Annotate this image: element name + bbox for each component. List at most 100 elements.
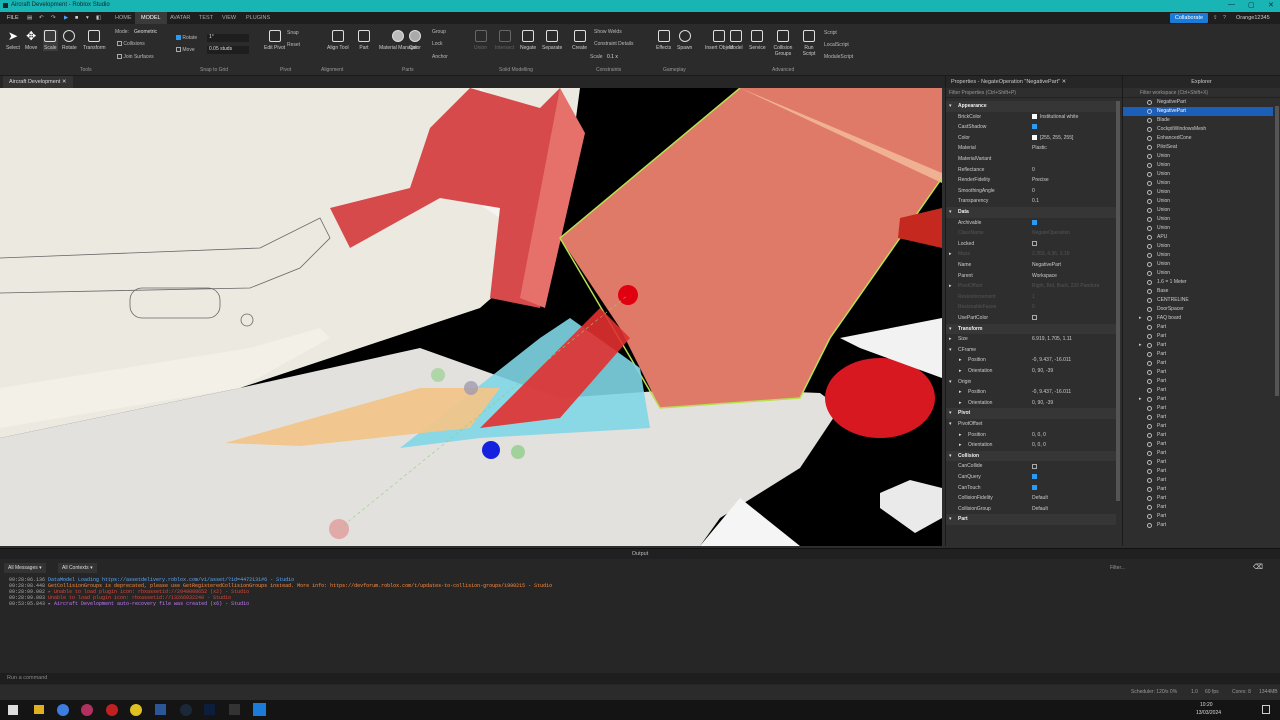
explorer-item[interactable]: Part: [1123, 503, 1273, 512]
expand-chevron-icon[interactable]: ▾: [949, 451, 952, 461]
explorer-item[interactable]: 1.6 = 1 Meter: [1123, 278, 1273, 287]
explorer-item[interactable]: Part: [1123, 404, 1273, 413]
collisions-toggle[interactable]: Collisions: [117, 41, 145, 47]
explorer-item[interactable]: NegativePart: [1123, 107, 1273, 116]
module-script-button[interactable]: ModuleScript: [824, 54, 853, 60]
property-value[interactable]: Workspace: [1032, 271, 1057, 281]
explorer-item[interactable]: Union: [1123, 242, 1273, 251]
properties-scrollbar[interactable]: [1116, 101, 1120, 501]
explorer-item[interactable]: Part: [1123, 359, 1273, 368]
service-button[interactable]: Service: [749, 30, 766, 51]
roblox-icon[interactable]: [229, 704, 240, 715]
windows-start-icon[interactable]: [8, 705, 18, 715]
output-filter-input[interactable]: Filter...: [1110, 563, 1245, 573]
explorer-item[interactable]: Blade: [1123, 116, 1273, 125]
property-row[interactable]: RenderFidelity Precise: [946, 175, 1116, 186]
menu-view[interactable]: VIEW: [222, 15, 236, 21]
property-row[interactable]: ▾ CFrame: [946, 345, 1116, 356]
constraint-details-toggle[interactable]: Constraint Details: [594, 41, 633, 47]
explorer-item[interactable]: ▸ Part: [1123, 341, 1273, 350]
expand-chevron-icon[interactable]: ▾: [949, 419, 952, 429]
rotate-snap-input[interactable]: 1°: [207, 34, 249, 42]
explorer-item[interactable]: Part: [1123, 476, 1273, 485]
property-value[interactable]: 2.353, 4.36, 3.19: [1032, 249, 1070, 259]
local-script-button[interactable]: LocalScript: [824, 42, 849, 48]
property-value[interactable]: 0, 0, 0: [1032, 430, 1046, 440]
steam-icon[interactable]: [180, 704, 192, 716]
lock-button[interactable]: Lock: [432, 41, 443, 47]
notification-icon[interactable]: [1262, 705, 1270, 714]
property-row[interactable]: Archivable: [946, 218, 1116, 229]
part-button[interactable]: Part: [358, 30, 370, 51]
scale-tool[interactable]: Scale: [43, 30, 58, 51]
show-welds-toggle[interactable]: Show Welds: [594, 29, 622, 35]
explorer-item[interactable]: PilotSeat: [1123, 143, 1273, 152]
expand-chevron-icon[interactable]: ▾: [949, 377, 952, 387]
property-value[interactable]: -0, 9.437, -16.011: [1032, 387, 1071, 397]
property-value[interactable]: Right, Bot, Back, 226 Pandora: [1032, 281, 1099, 291]
separate-button[interactable]: Separate: [542, 30, 562, 51]
collision-groups-button[interactable]: Collision Groups: [772, 30, 794, 57]
explorer-item[interactable]: Union: [1123, 224, 1273, 233]
property-checkbox[interactable]: [1032, 472, 1037, 482]
explorer-item[interactable]: Part: [1123, 413, 1273, 422]
mode-select[interactable]: Geometric: [134, 29, 157, 35]
negate-button[interactable]: Negate: [520, 30, 536, 51]
explorer-item[interactable]: Union: [1123, 206, 1273, 215]
join-surfaces-toggle[interactable]: Join Surfaces: [117, 54, 154, 60]
message-filter-select[interactable]: All Messages ▾: [4, 563, 46, 573]
explorer-item[interactable]: Part: [1123, 449, 1273, 458]
property-section[interactable]: ▾ Transform: [946, 323, 1116, 335]
explorer-item[interactable]: Part: [1123, 350, 1273, 359]
close-button[interactable]: ✕: [1268, 1, 1274, 9]
expand-chevron-icon[interactable]: ▸: [959, 440, 962, 450]
minimize-button[interactable]: —: [1228, 1, 1235, 8]
app-icon-3[interactable]: [106, 704, 118, 716]
explorer-item[interactable]: Part: [1123, 494, 1273, 503]
expand-chevron-icon[interactable]: ▸: [959, 387, 962, 397]
property-value[interactable]: 0: [1032, 302, 1035, 312]
property-value[interactable]: 0: [1032, 165, 1035, 175]
property-row[interactable]: CollisionFidelity Default: [946, 493, 1116, 504]
save-icon[interactable]: ▤: [27, 15, 32, 21]
property-section[interactable]: ▾ Data: [946, 207, 1116, 218]
property-value[interactable]: 1: [1032, 292, 1035, 302]
property-row[interactable]: SmoothingAngle 0: [946, 186, 1116, 197]
property-row[interactable]: ▸ Position -0, 9.437, -16.011: [946, 387, 1116, 398]
explorer-item[interactable]: ▸ FAQ board: [1123, 314, 1273, 323]
expand-chevron-icon[interactable]: ▸: [1139, 314, 1142, 323]
scale-input[interactable]: 0.1 x: [607, 54, 618, 60]
stop-icon[interactable]: ■: [75, 15, 78, 21]
help-icon[interactable]: ?: [1223, 15, 1226, 21]
snap-button[interactable]: Snap: [287, 30, 299, 36]
menu-home[interactable]: HOME: [115, 15, 132, 21]
move-snap-toggle[interactable]: Move: [176, 47, 195, 53]
property-value[interactable]: 6.919, 1.705, 1.11: [1032, 334, 1072, 344]
property-value[interactable]: NegativePart: [1032, 260, 1061, 270]
command-bar[interactable]: Run a command: [0, 673, 1280, 684]
property-checkbox[interactable]: [1032, 239, 1037, 249]
rotate-tool[interactable]: Rotate: [62, 30, 77, 51]
property-row[interactable]: ClassName NegateOperation: [946, 228, 1116, 239]
explorer-item[interactable]: Part: [1123, 323, 1273, 332]
property-row[interactable]: ResizeableFaces 0: [946, 302, 1116, 313]
explorer-item[interactable]: DoorSpacer: [1123, 305, 1273, 314]
property-value[interactable]: -0, 9.437, -16.011: [1032, 355, 1071, 365]
rotate-snap-toggle[interactable]: Rotate: [176, 35, 197, 41]
property-value[interactable]: Default: [1032, 504, 1048, 514]
property-row[interactable]: CollisionGroup Default: [946, 504, 1116, 515]
dropdown-icon[interactable]: ▾: [86, 15, 89, 21]
property-row[interactable]: ▸ Mass 2.353, 4.36, 3.19: [946, 249, 1116, 260]
property-value[interactable]: [255, 255, 255]: [1032, 133, 1073, 143]
explorer-item[interactable]: EnhancedCone: [1123, 134, 1273, 143]
explorer-item[interactable]: Part: [1123, 386, 1273, 395]
model-button[interactable]: Model: [729, 30, 743, 51]
expand-chevron-icon[interactable]: ▾: [949, 207, 952, 217]
union-button[interactable]: Union: [474, 30, 487, 51]
property-row[interactable]: Color [255, 255, 255]: [946, 133, 1116, 144]
expand-chevron-icon[interactable]: ▸: [959, 430, 962, 440]
explorer-item[interactable]: Union: [1123, 188, 1273, 197]
collaborate-button[interactable]: Collaborate: [1170, 13, 1208, 23]
property-value[interactable]: NegateOperation: [1032, 228, 1070, 238]
expand-chevron-icon[interactable]: ▸: [959, 355, 962, 365]
